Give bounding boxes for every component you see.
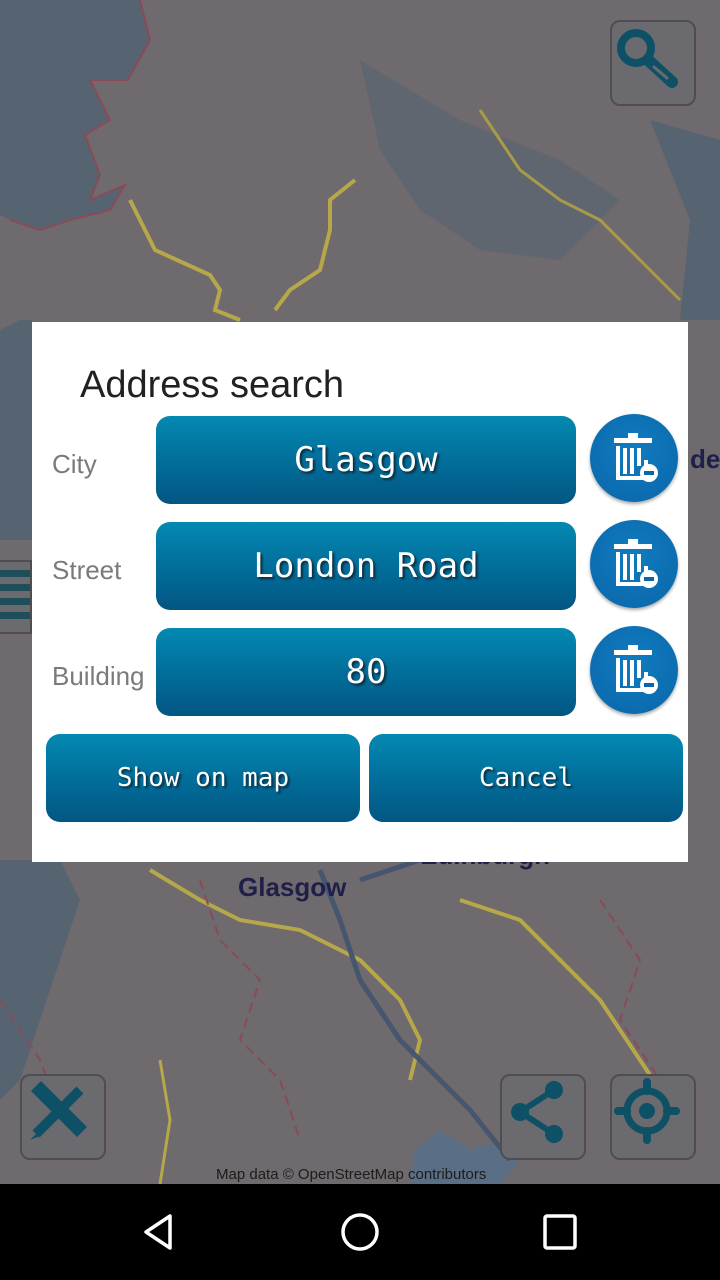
layers-control[interactable] — [0, 560, 32, 634]
clear-street-button[interactable] — [590, 520, 678, 608]
locate-button[interactable] — [610, 1074, 696, 1160]
dialog-title: Address search — [80, 364, 345, 406]
home-icon — [341, 1213, 379, 1251]
home-button[interactable] — [332, 1204, 388, 1260]
layers-bar — [0, 598, 30, 605]
building-label: Building — [52, 661, 145, 691]
recents-button[interactable] — [532, 1204, 588, 1260]
street-label: Street — [52, 555, 122, 585]
building-field[interactable]: 80 — [156, 628, 576, 716]
ruler-pencil-icon — [30, 1081, 87, 1140]
search-icon — [617, 29, 678, 88]
back-icon — [144, 1214, 172, 1250]
city-label: City — [52, 449, 97, 479]
recents-icon — [543, 1214, 577, 1250]
map-label-glasgow: Glasgow — [238, 872, 347, 902]
layers-bar — [0, 570, 30, 577]
share-button[interactable] — [500, 1074, 586, 1160]
measure-button[interactable] — [20, 1074, 106, 1160]
back-button[interactable] — [132, 1204, 188, 1260]
system-navigation-bar — [0, 1184, 720, 1280]
trash-clear-icon — [614, 539, 658, 588]
map-label-partial: de — [690, 444, 720, 474]
locate-icon — [614, 1078, 680, 1144]
layers-bar — [0, 612, 30, 619]
map-attribution: Map data © OpenStreetMap contributors — [216, 1166, 487, 1183]
show-on-map-button[interactable]: Show on map — [46, 734, 360, 822]
city-field[interactable]: Glasgow — [156, 416, 576, 504]
trash-clear-icon — [614, 645, 658, 694]
address-search-dialog: Address search City Glasgow Street Londo… — [32, 322, 688, 862]
layers-bar — [0, 584, 30, 591]
clear-city-button[interactable] — [590, 414, 678, 502]
street-field[interactable]: London Road — [156, 522, 576, 610]
clear-building-button[interactable] — [590, 626, 678, 714]
share-icon — [511, 1081, 563, 1143]
search-button[interactable] — [610, 20, 696, 106]
trash-clear-icon — [614, 433, 658, 482]
cancel-button[interactable]: Cancel — [369, 734, 683, 822]
